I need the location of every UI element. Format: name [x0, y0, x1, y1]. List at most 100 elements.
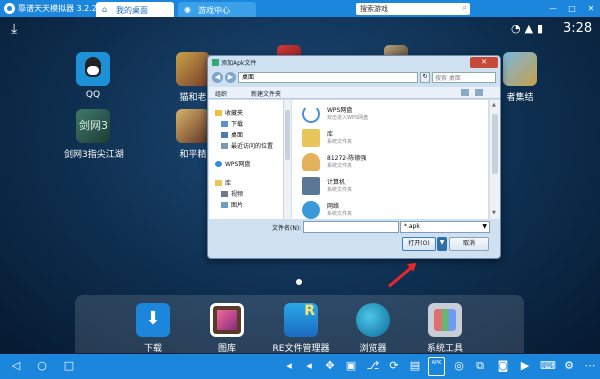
game-search-input[interactable]: 搜索游戏 ⌕ [356, 3, 470, 15]
tab-game-center[interactable]: ◉ 游戏中心 [178, 2, 256, 17]
gamepad-icon[interactable]: ✥ [323, 359, 337, 372]
signal-icons: ◔▲▮ [511, 22, 548, 35]
rotate-icon[interactable]: ⟳ [387, 359, 401, 372]
video-icon [221, 191, 228, 197]
minimize-button[interactable]: — [547, 3, 559, 14]
file-item-network[interactable]: 网络 系统文件夹 [302, 199, 482, 219]
download-icon [136, 303, 170, 337]
command-bar: 组织 新建文件夹 [209, 87, 500, 99]
settings-icon[interactable]: ⚙ [562, 359, 576, 372]
dock-app-gallery[interactable]: 图库 [195, 303, 259, 354]
nav-downloads[interactable]: 下载 [221, 119, 243, 128]
share-folder-icon[interactable]: ▤ [408, 359, 422, 372]
location-icon[interactable]: ◎ [452, 359, 466, 372]
recents-nav-icon[interactable]: □ [62, 359, 76, 372]
filename-label: 文件名(N): [272, 225, 302, 232]
computer-icon [302, 177, 320, 195]
new-folder-button[interactable]: 新建文件夹 [251, 89, 281, 98]
nav-desktop[interactable]: 桌面 [221, 130, 243, 139]
filename-input[interactable] [303, 221, 399, 233]
dock-label: 浏览器 [359, 344, 387, 354]
app-qq[interactable]: QQ [64, 52, 122, 100]
keyboard-icon[interactable]: ⌨ [540, 359, 556, 372]
hero-game-icon [503, 52, 537, 86]
navigation-pane: 收藏夹 下载 桌面 最近访问的位置 WPS网盘 库 视频 图片 [209, 100, 284, 219]
dialog-close-button[interactable]: ✕ [470, 57, 498, 68]
file-name: 计算机 [327, 179, 346, 186]
view-options-icon[interactable] [461, 89, 469, 96]
open-options-dropdown[interactable]: ▼ [437, 237, 447, 251]
dock-label: 图库 [217, 344, 236, 354]
nav-pictures[interactable]: 图片 [221, 200, 243, 209]
close-button[interactable]: ✕ [585, 3, 597, 14]
multi-instance-icon[interactable]: ⧉ [473, 359, 487, 373]
scroll-thumb[interactable] [492, 114, 498, 174]
dock-app-re-file-manager[interactable]: RE文件管理器 [269, 303, 333, 354]
filetype-select[interactable]: *.apk ▼ [400, 221, 490, 233]
file-item-libraries[interactable]: 库 系统文件夹 [302, 127, 482, 151]
home-nav-icon[interactable]: ○ [35, 359, 49, 372]
wps-cloud-icon [302, 105, 320, 123]
shake-icon[interactable]: ⎇ [366, 359, 380, 372]
address-path[interactable]: 桌面 [238, 72, 418, 83]
file-desc: 系统文件夹 [327, 211, 353, 217]
chevron-down-icon: ▼ [482, 223, 487, 230]
gallery-icon [210, 303, 244, 337]
nav-libraries[interactable]: 库 [215, 178, 231, 187]
app-jianwang3[interactable]: 剑网3 剑网3指尖江湖 [64, 109, 124, 160]
status-time: 3:28 [563, 21, 593, 36]
app-title: 靠谱天天模拟器 3.2.2 [18, 4, 97, 13]
tab-my-desktop[interactable]: ⌂ 我的桌面 [96, 2, 174, 17]
nav-videos[interactable]: 视频 [221, 189, 243, 198]
file-desc: 系统文件夹 [327, 187, 353, 193]
file-item-user-folder[interactable]: 81272-陈德强 系统文件夹 [302, 151, 482, 175]
nav-scrollbar[interactable] [284, 100, 291, 219]
user-folder-icon [302, 153, 320, 171]
nav-favorites[interactable]: 收藏夹 [215, 108, 243, 117]
scroll-down-icon[interactable]: ▼ [492, 210, 496, 216]
file-item-wps-drive[interactable]: WPS网盘 双击进入WPS网盘 [302, 103, 482, 127]
nav-recent[interactable]: 最近访问的位置 [221, 141, 273, 150]
app-logo-icon [4, 3, 15, 14]
dock-app-download[interactable]: 下载 [121, 303, 185, 354]
shooter-game-icon [176, 109, 210, 143]
volume-up-icon[interactable]: ◂ [302, 359, 316, 372]
scroll-thumb[interactable] [285, 110, 290, 160]
gamepad-icon: ◉ [184, 5, 191, 14]
screenshot-icon[interactable]: ▣ [344, 359, 358, 372]
browser-globe-icon [356, 303, 390, 337]
scroll-up-icon[interactable]: ▲ [492, 102, 496, 108]
file-desc: 系统文件夹 [327, 163, 353, 169]
forward-button[interactable]: ▶ [225, 72, 236, 83]
volume-down-icon[interactable]: ◂ [282, 359, 296, 372]
nav-wps-drive[interactable]: WPS网盘 [215, 159, 250, 168]
camera-icon[interactable]: ◙ [496, 359, 510, 372]
file-list-scrollbar[interactable]: ▲ ▼ [489, 100, 500, 219]
dock-app-system-tools[interactable]: 系统工具 [413, 303, 477, 354]
title-bar: 靠谱天天模拟器 3.2.2 ⌂ 我的桌面 ◉ 游戏中心 搜索游戏 ⌕ — □ ✕ [0, 0, 600, 17]
download-notification-icon[interactable]: ⤓ [11, 21, 17, 37]
cat-game-icon [176, 52, 210, 86]
preview-pane-icon[interactable] [475, 89, 483, 96]
game-search-placeholder: 搜索游戏 [360, 5, 388, 13]
open-button[interactable]: 打开(O) [402, 237, 436, 251]
record-video-icon[interactable]: ▶ [518, 359, 532, 372]
organize-button[interactable]: 组织 [215, 89, 227, 98]
search-icon[interactable]: ⌕ [463, 3, 467, 13]
back-nav-icon[interactable]: ◁ [9, 359, 23, 372]
refresh-icon[interactable]: ↻ [420, 72, 430, 83]
add-apk-file-dialog: 添加Apk文件 ✕ ◀ ▶ 桌面 ↻ 搜索 桌面 组织 新建文件夹 收藏夹 下载… [207, 55, 501, 259]
file-desc: 双击进入WPS网盘 [327, 115, 369, 121]
back-button[interactable]: ◀ [212, 72, 223, 83]
cancel-button[interactable]: 取消 [449, 237, 489, 251]
install-apk-button[interactable]: APK [428, 357, 445, 376]
address-bar: ◀ ▶ 桌面 ↻ 搜索 桌面 [212, 72, 497, 84]
desktop-icon [221, 132, 228, 138]
more-icon[interactable]: ⋯ [583, 359, 597, 372]
file-name: 81272-陈德强 [327, 155, 367, 162]
star-icon [215, 110, 222, 116]
folder-search-input[interactable]: 搜索 桌面 [432, 72, 496, 83]
dock-app-browser[interactable]: 浏览器 [341, 303, 405, 354]
file-item-computer[interactable]: 计算机 系统文件夹 [302, 175, 482, 199]
maximize-button[interactable]: □ [566, 3, 578, 14]
